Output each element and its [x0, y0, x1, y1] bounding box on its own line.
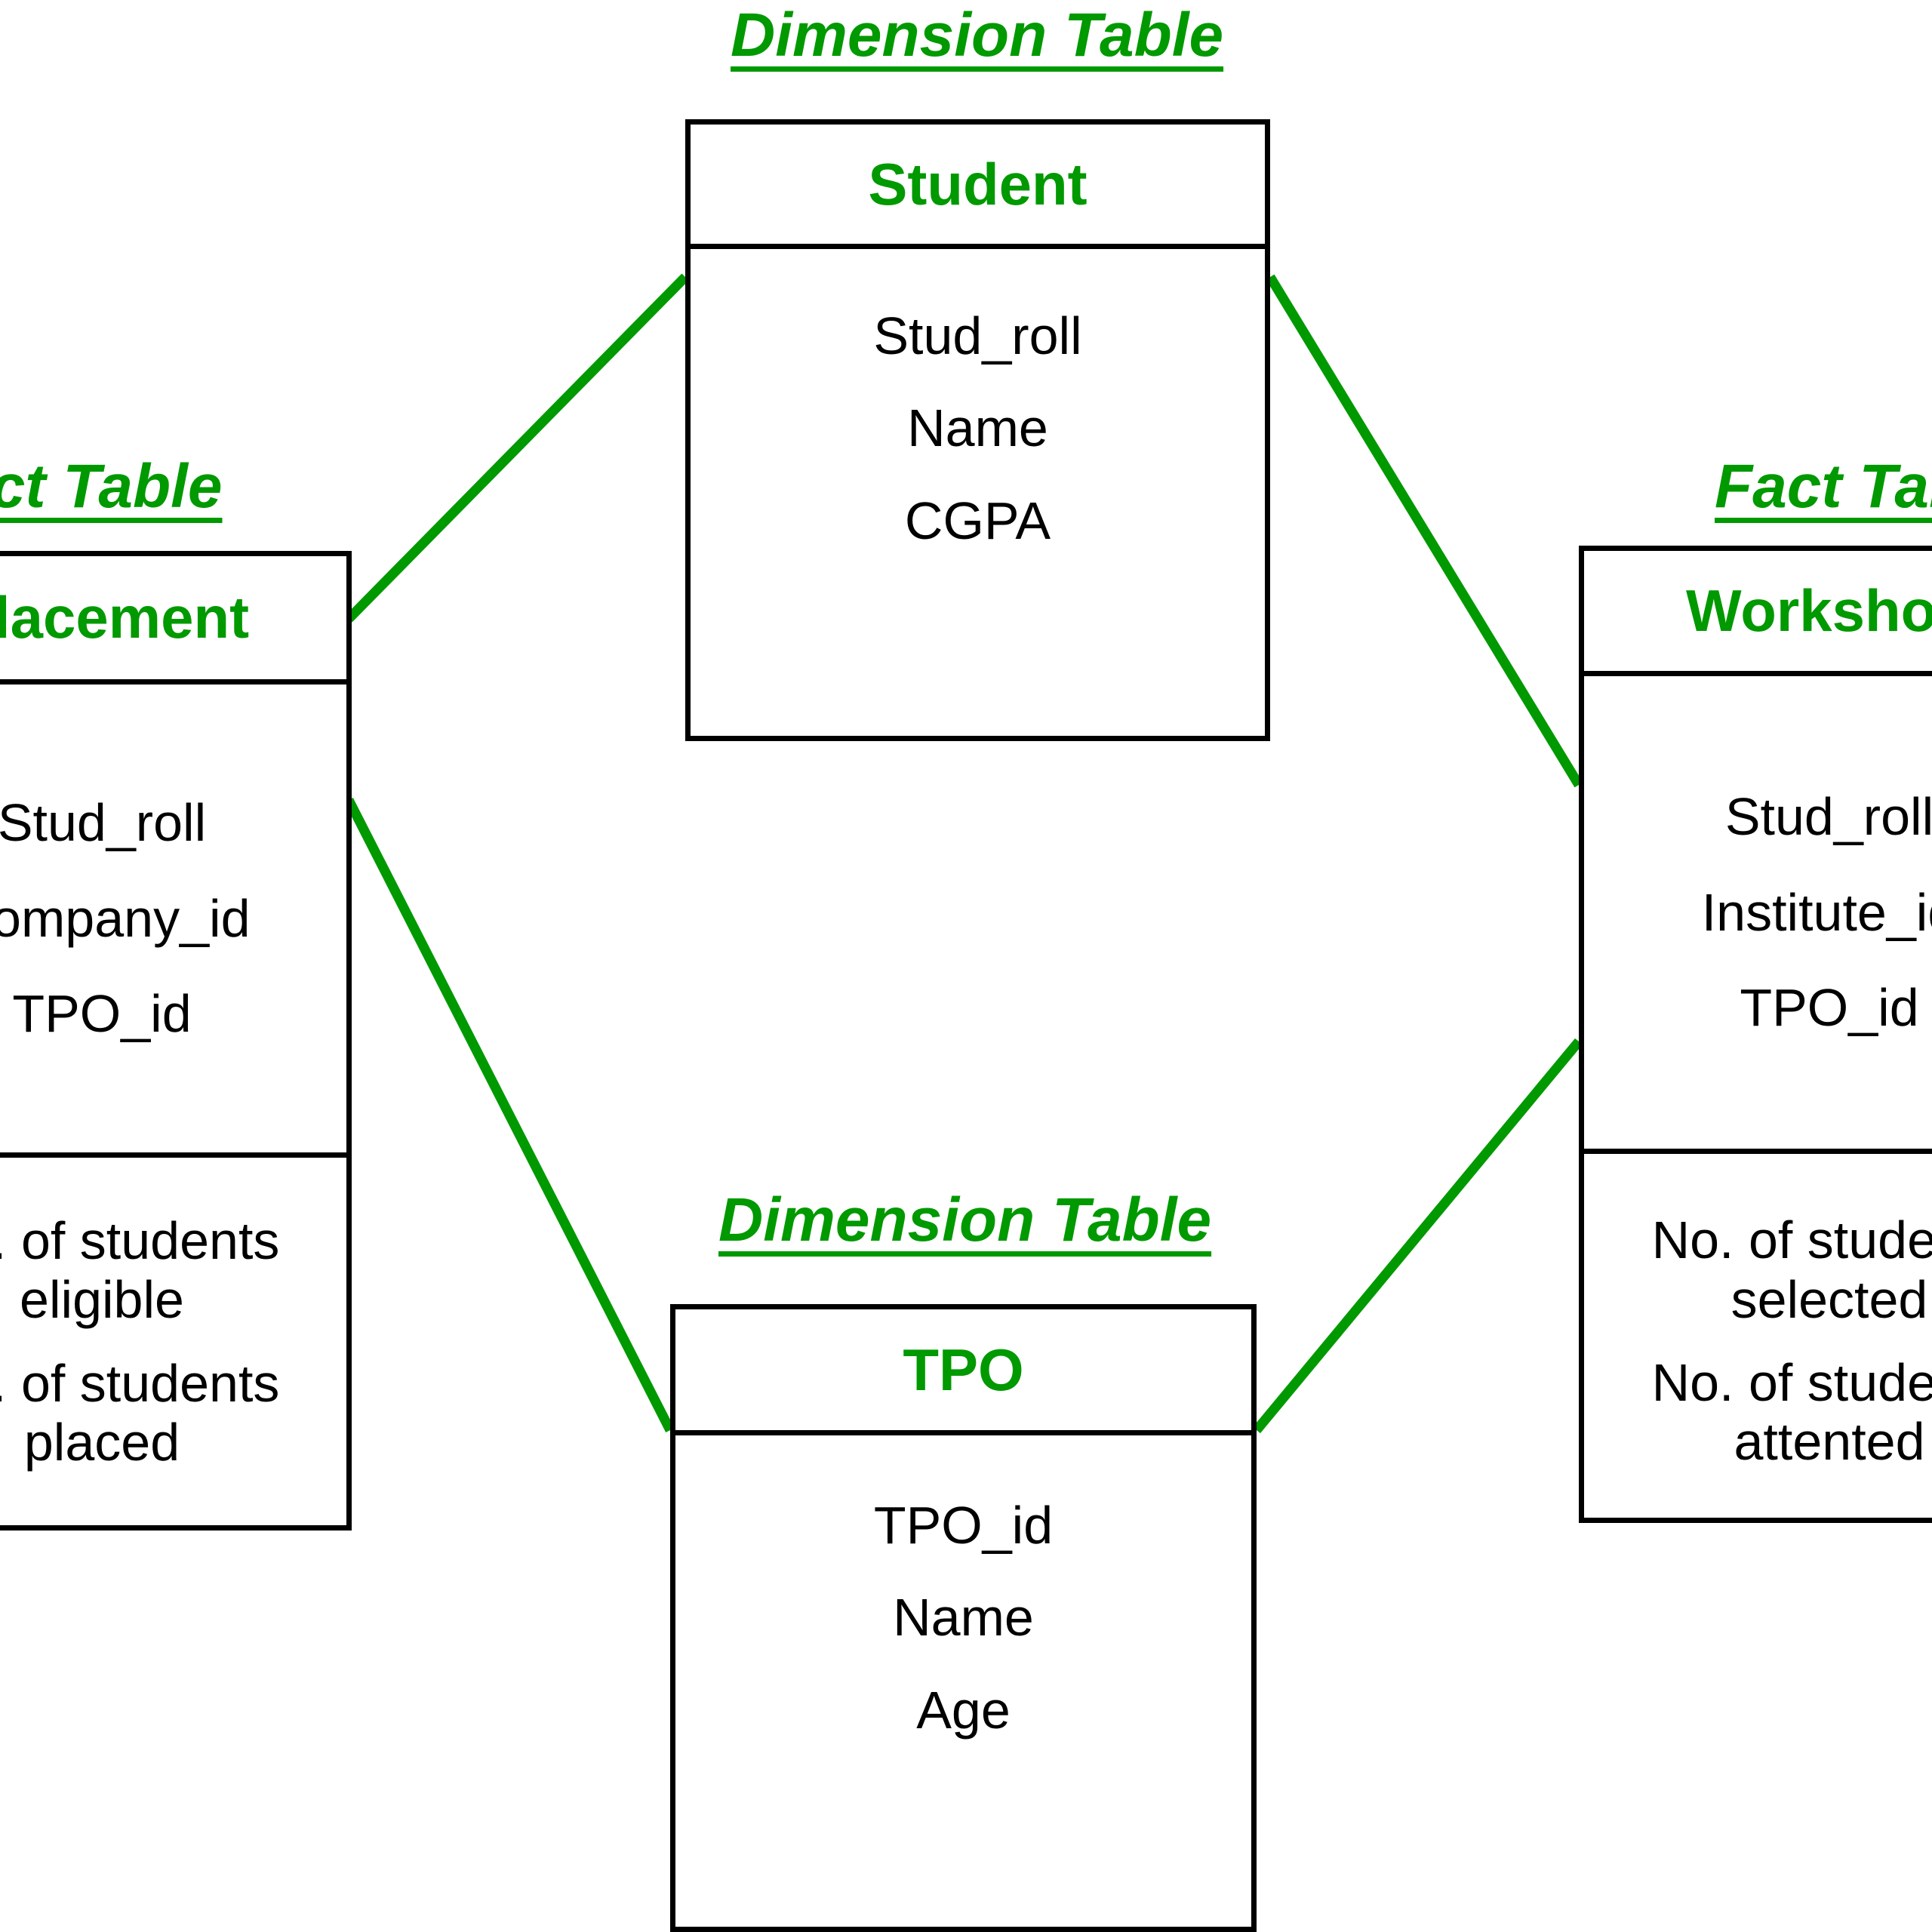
link-placement-student: [345, 273, 689, 623]
table-tpo-title: TPO: [675, 1309, 1251, 1435]
caption-fact-table-workshop: Fact Table: [1715, 452, 1932, 521]
attribute: CGPA: [904, 491, 1051, 550]
caption-dimension-table-student: Dimension Table: [731, 1, 1224, 69]
table-placement-keys: Stud_roll Company_id TPO_id: [0, 685, 346, 1152]
caption-fact-table-placement: Fact Table: [0, 452, 223, 521]
table-student-attributes: Stud_roll Name CGPA: [691, 249, 1265, 741]
attribute: TPO_id: [12, 984, 192, 1044]
measure: No. of students attented: [1651, 1353, 1932, 1472]
attribute: Name: [893, 1588, 1034, 1647]
table-placement-title: Placement: [0, 556, 346, 685]
table-placement[interactable]: Placement Stud_roll Company_id TPO_id No…: [0, 551, 352, 1531]
attribute: Institute_id: [1701, 882, 1932, 942]
attribute: Name: [907, 398, 1048, 458]
measure: No. of students placed: [0, 1353, 280, 1472]
table-placement-measures: No. of students eligible No. of students…: [0, 1152, 346, 1525]
link-tpo-workshop: [1252, 1038, 1583, 1434]
table-workshop-title: Workshop: [1584, 551, 1932, 676]
measure: No. of students eligible: [0, 1211, 280, 1330]
link-placement-tpo: [344, 798, 675, 1432]
table-workshop-measures: No. of students selected No. of students…: [1584, 1149, 1932, 1528]
attribute: Company_id: [0, 888, 251, 948]
attribute: Stud_roll: [0, 793, 207, 853]
table-tpo[interactable]: TPO TPO_id Name Age: [670, 1304, 1257, 1932]
star-schema-diagram: Dimension Table Fact Table Fact Table Di…: [0, 0, 1932, 1932]
attribute: Stud_roll: [873, 306, 1082, 365]
link-student-workshop: [1266, 274, 1583, 788]
table-student-title: Student: [691, 125, 1265, 249]
table-student[interactable]: Student Stud_roll Name CGPA: [685, 119, 1270, 741]
attribute: Stud_roll: [1724, 787, 1932, 847]
table-workshop-keys: Stud_roll Institute_id TPO_id: [1584, 676, 1932, 1149]
measure: No. of students selected: [1651, 1211, 1932, 1329]
attribute: TPO_id: [873, 1496, 1054, 1555]
table-tpo-attributes: TPO_id Name Age: [675, 1435, 1251, 1932]
caption-dimension-table-tpo: Dimension Table: [718, 1186, 1212, 1254]
table-workshop[interactable]: Workshop Stud_roll Institute_id TPO_id N…: [1579, 546, 1932, 1523]
attribute: TPO_id: [1740, 978, 1919, 1038]
attribute: Age: [916, 1680, 1011, 1740]
